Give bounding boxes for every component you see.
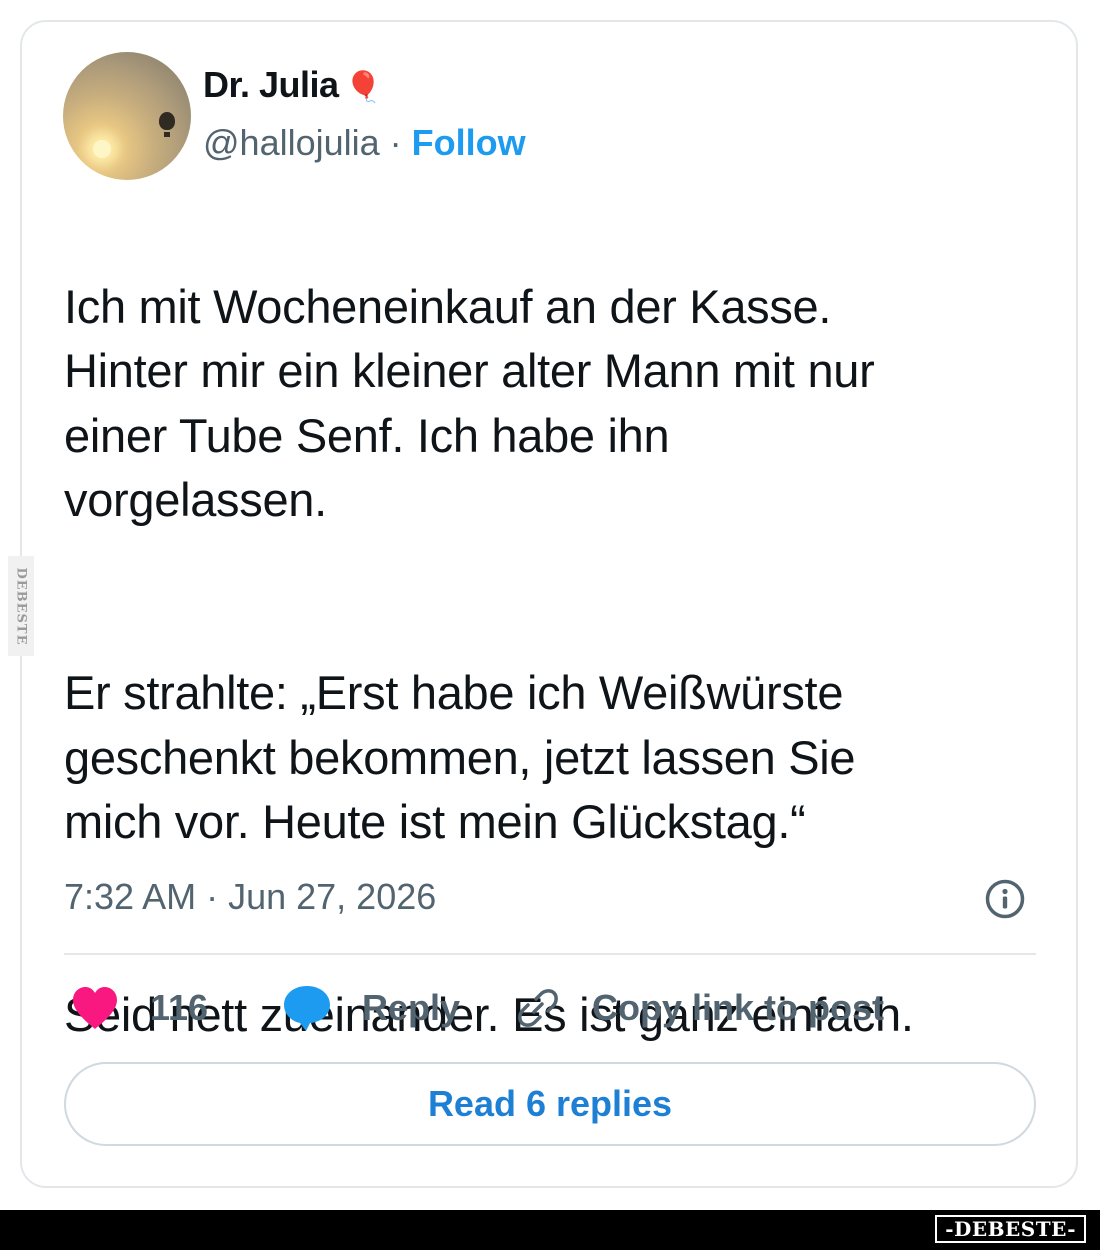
copy-link-button[interactable]: Copy link to post [514, 980, 884, 1036]
info-icon[interactable] [984, 878, 1026, 920]
divider [64, 953, 1036, 955]
like-button[interactable]: 116 [70, 980, 208, 1036]
balloon-emoji-icon: 🎈 [344, 71, 382, 104]
author-name-row[interactable]: Dr. Julia 🎈 [203, 64, 382, 106]
balloon-decoration [159, 112, 175, 130]
author-name[interactable]: Dr. Julia [203, 64, 339, 105]
handle-separator: · [379, 122, 412, 163]
read-replies-label: Read 6 replies [427, 1083, 673, 1124]
link-icon [518, 989, 558, 1027]
tweet-paragraph: Er strahlte: „Erst habe ich Weißwürste g… [64, 666, 856, 848]
tweet-paragraph: Ich mit Wocheneinkauf an der Kasse. Hint… [64, 279, 875, 527]
reply-label: Reply [362, 987, 461, 1028]
sun-decoration [93, 140, 111, 158]
page: Dr. Julia 🎈 @hallojulia · Follow Ich mit … [0, 0, 1100, 1250]
heart-icon [73, 987, 117, 1029]
action-bar: 116 Reply Copy link to post [64, 980, 1036, 1036]
tweet-text: Ich mit Wocheneinkauf an der Kasse. Hint… [64, 210, 1044, 1112]
side-watermark-text: DEBESTE [13, 566, 29, 646]
balloon-basket-decoration [164, 132, 170, 137]
speech-bubble-icon [284, 986, 330, 1031]
follow-button[interactable]: Follow [412, 122, 526, 163]
author-handle[interactable]: @hallojulia [203, 122, 380, 163]
author-handle-row: @hallojulia · Follow [203, 122, 526, 164]
tweet-timestamp[interactable]: 7:32 AM · Jun 27, 2026 [64, 876, 436, 918]
reply-button[interactable]: Reply [282, 980, 460, 1036]
side-watermark: DEBESTE [8, 556, 34, 656]
read-replies-button[interactable]: Read 6 replies [64, 1062, 1036, 1146]
avatar[interactable] [63, 52, 191, 180]
bottom-watermark-bar: -DEBESTE- [0, 1210, 1100, 1250]
like-count: 116 [150, 987, 209, 1028]
copy-link-label: Copy link to post [592, 987, 884, 1028]
bottom-watermark-logo: -DEBESTE- [935, 1215, 1086, 1243]
